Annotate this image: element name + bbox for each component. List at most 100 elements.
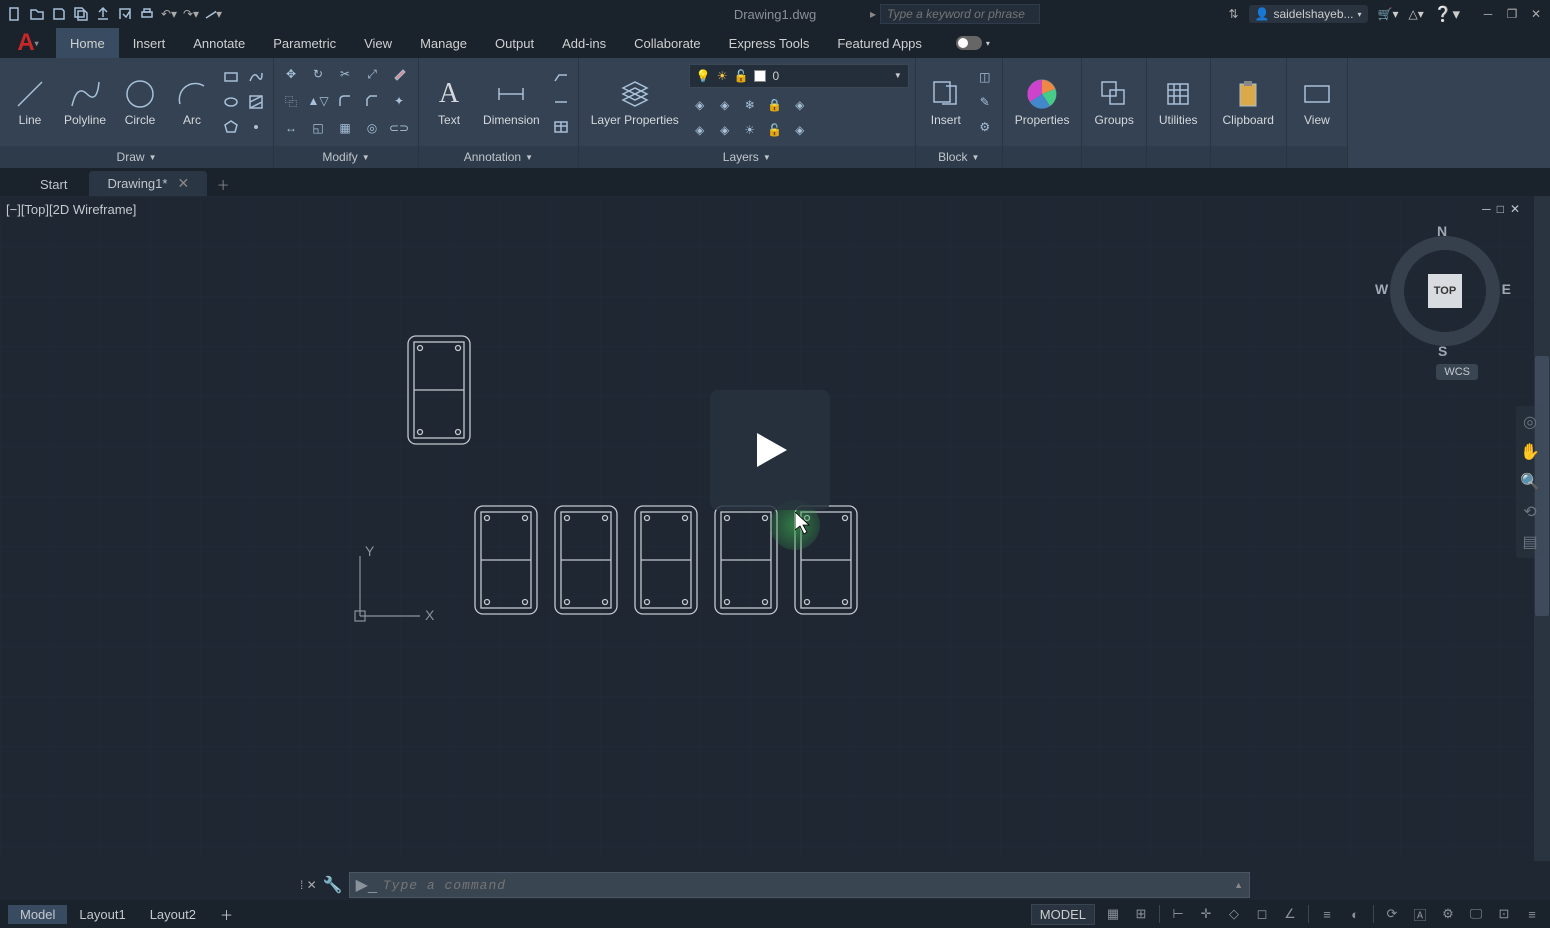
chamfer-icon[interactable] [361, 90, 383, 112]
ellipse-icon[interactable] [220, 91, 242, 113]
tab-view[interactable]: View [350, 28, 406, 58]
fillet-icon[interactable] [334, 90, 356, 112]
layout-add-button[interactable]: ＋ [208, 903, 245, 926]
tab-home[interactable]: Home [56, 28, 119, 58]
array-icon[interactable]: ▦ [334, 117, 356, 139]
viewcube-south[interactable]: S [1438, 343, 1447, 359]
stretch-icon[interactable]: ↔ [280, 117, 302, 139]
transparency-icon[interactable]: ◐ [1345, 904, 1365, 924]
lineweight-icon[interactable]: ≡ [1317, 904, 1337, 924]
ribbon-toggle[interactable]: ▾ [956, 36, 990, 50]
doctab-start[interactable]: Start [22, 173, 85, 196]
utilities-button[interactable]: Utilities [1153, 74, 1204, 129]
layer-uniso-icon[interactable]: ◈ [714, 119, 736, 141]
user-badge[interactable]: 👤 saidelshayeb... ▾ [1249, 5, 1368, 23]
iso-icon[interactable]: ◇ [1224, 904, 1244, 924]
extend-icon[interactable]: ⤢ [361, 63, 383, 85]
view-button[interactable]: View [1293, 74, 1341, 129]
help-icon[interactable]: ❔▾ [1434, 5, 1460, 23]
leader-icon[interactable] [550, 66, 572, 88]
edit-block-icon[interactable]: ✎ [974, 91, 996, 113]
orbit-icon[interactable]: ⟲ [1520, 502, 1540, 522]
qat-publish-icon[interactable] [94, 5, 112, 23]
layer-freeze-icon[interactable]: ❄ [739, 94, 761, 116]
cart-icon[interactable]: 🛒▾ [1378, 7, 1399, 21]
wcs-badge[interactable]: WCS [1436, 364, 1478, 380]
units-icon[interactable]: ⊡ [1494, 904, 1514, 924]
vp-maximize-icon[interactable]: □ [1497, 202, 1504, 216]
layout-model-tab[interactable]: Model [8, 905, 67, 924]
zoom-icon[interactable]: 🔍 [1520, 472, 1540, 492]
tab-featured-apps[interactable]: Featured Apps [823, 28, 936, 58]
qat-print-icon[interactable] [138, 5, 156, 23]
rotate-icon[interactable]: ↻ [307, 63, 329, 85]
qat-saveall-icon[interactable] [72, 5, 90, 23]
monitor-icon[interactable]: 🖵 [1466, 904, 1486, 924]
polyline-button[interactable]: Polyline [58, 74, 112, 129]
offset-icon[interactable]: ◎ [361, 117, 383, 139]
properties-button[interactable]: Properties [1009, 74, 1076, 129]
app-logo[interactable]: A▾ [8, 28, 48, 58]
tab-express-tools[interactable]: Express Tools [715, 28, 824, 58]
spline-icon[interactable] [245, 66, 267, 88]
layout-tab-1[interactable]: Layout1 [67, 905, 137, 924]
line-button[interactable]: Line [6, 74, 54, 129]
linear-icon[interactable] [550, 91, 572, 113]
tab-annotate[interactable]: Annotate [179, 28, 259, 58]
maximize-button[interactable]: ❐ [1504, 6, 1520, 22]
break-icon[interactable]: ⊂⊃ [388, 117, 410, 139]
table-icon[interactable] [550, 116, 572, 138]
tab-output[interactable]: Output [481, 28, 548, 58]
trim-icon[interactable]: ✂ [334, 63, 356, 85]
workspace-icon[interactable]: ⚙ [1438, 904, 1458, 924]
explode-icon[interactable]: ✦ [388, 90, 410, 112]
qat-save-icon[interactable] [50, 5, 68, 23]
circle-button[interactable]: Circle [116, 74, 164, 129]
vp-close-icon[interactable]: ✕ [1510, 202, 1520, 216]
app-icon[interactable]: △▾ [1409, 7, 1424, 21]
layer-iso-icon[interactable]: ◈ [714, 94, 736, 116]
viewcube-east[interactable]: E [1502, 281, 1511, 297]
polygon-icon[interactable] [220, 116, 242, 138]
layer-on-icon[interactable]: ◈ [689, 119, 711, 141]
ortho-icon[interactable]: ⊢ [1168, 904, 1188, 924]
viewcube-north[interactable]: N [1437, 223, 1447, 239]
layer-thaw-icon[interactable]: ☀ [739, 119, 761, 141]
panel-draw-title[interactable]: Draw▼ [0, 146, 273, 168]
cmd-input-wrap[interactable]: ▶_ ▲ [349, 872, 1250, 898]
viewcube-top-face[interactable]: TOP [1428, 274, 1462, 308]
minimize-button[interactable]: ─ [1480, 6, 1496, 22]
qat-redo-icon[interactable]: ↷▾ [182, 5, 200, 23]
clipboard-button[interactable]: Clipboard [1217, 74, 1280, 129]
wheel-icon[interactable]: ◎ [1520, 412, 1540, 432]
layer-off-icon[interactable]: ◈ [689, 94, 711, 116]
qat-line-dropdown-icon[interactable]: ▾ [204, 5, 222, 23]
arc-button[interactable]: Arc [168, 74, 216, 129]
panel-modify-title[interactable]: Modify▼ [274, 146, 418, 168]
mirror-icon[interactable]: ▲▽ [307, 90, 329, 112]
track-icon[interactable]: ∠ [1280, 904, 1300, 924]
video-play-button[interactable] [710, 390, 830, 510]
viewcube-west[interactable]: W [1375, 281, 1388, 297]
panel-layers-title[interactable]: Layers▼ [579, 146, 915, 168]
doctab-drawing[interactable]: Drawing1* ✕ [89, 171, 207, 196]
command-input[interactable] [383, 878, 1228, 893]
create-block-icon[interactable]: ◫ [974, 66, 996, 88]
osnap-icon[interactable]: ◻ [1252, 904, 1272, 924]
cmd-dropdown-icon[interactable]: ▲ [1234, 880, 1243, 890]
search-input[interactable] [880, 4, 1040, 24]
polar-icon[interactable]: ✛ [1196, 904, 1216, 924]
cmd-customize-icon[interactable]: 🔧 [323, 875, 343, 895]
tab-manage[interactable]: Manage [406, 28, 481, 58]
qat-plot-icon[interactable] [116, 5, 134, 23]
panel-annotation-title[interactable]: Annotation▼ [419, 146, 578, 168]
qat-new-icon[interactable] [6, 5, 24, 23]
move-icon[interactable]: ✥ [280, 63, 302, 85]
tab-addins[interactable]: Add-ins [548, 28, 620, 58]
layer-prev-icon[interactable]: ◈ [789, 119, 811, 141]
point-icon[interactable] [245, 116, 267, 138]
customize-icon[interactable]: ≡ [1522, 904, 1542, 924]
pan-icon[interactable]: ✋ [1520, 442, 1540, 462]
close-tab-icon[interactable]: ✕ [177, 175, 189, 192]
layer-dropdown[interactable]: 💡 ☀ 🔓 0 ▼ [689, 64, 909, 88]
